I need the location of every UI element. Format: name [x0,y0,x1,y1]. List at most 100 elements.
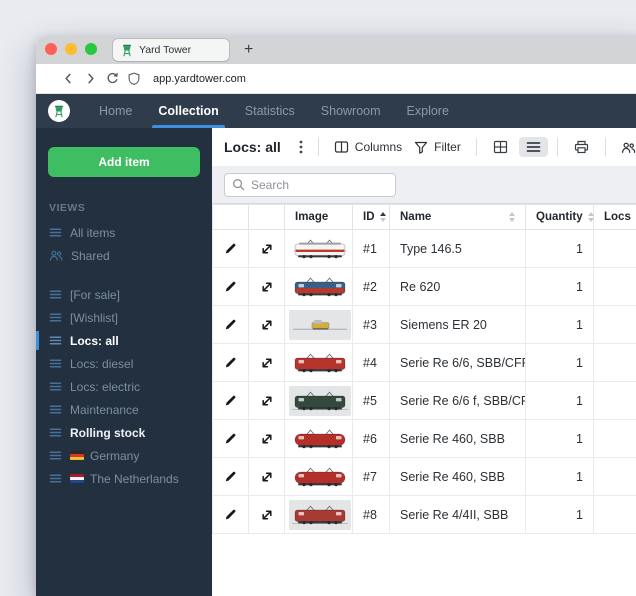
edit-button[interactable] [221,467,240,486]
sidebar-item-locs-diesel[interactable]: Locs: diesel [36,352,212,375]
cell-locs: 1 [594,420,636,458]
item-image [289,500,351,530]
search-input[interactable] [251,178,388,192]
sidebar-views-list: All itemsShared [For sale] [Wishlist] Locs:… [36,221,212,490]
sidebar-item-rolling-stock[interactable]: Rolling stock [36,421,212,444]
browser-tab[interactable]: Yard Tower [113,39,229,61]
cell-locs: 1 [594,496,636,534]
nav-item-showroom[interactable]: Showroom [308,94,394,128]
expand-icon [260,356,274,370]
cell-id: #1 [353,230,390,268]
nav-item-home[interactable]: Home [86,94,145,128]
column-header-quantity[interactable]: Quantity [526,205,594,230]
search-band [212,166,636,203]
cell-id: #6 [353,420,390,458]
table-row: #2Re 62011 [213,268,636,306]
edit-button[interactable] [221,391,240,410]
zoom-button[interactable] [85,43,97,55]
forward-icon [84,72,97,85]
flag-nl-icon [70,474,84,483]
sidebar-item-all-items[interactable]: All items [36,221,212,244]
column-header-locs[interactable]: Locs [594,205,636,230]
table-row: #6Serie Re 460, SBB11 [213,420,636,458]
columns-button[interactable]: Columns [328,136,408,158]
sidebar-item-for-sale[interactable]: [For sale] [36,283,212,306]
grid-icon [493,140,508,154]
printer-icon [574,140,589,154]
column-header-name[interactable]: Name [390,205,526,230]
table-row: #3Siemens ER 2011 [213,306,636,344]
edit-button[interactable] [221,505,240,524]
nav-item-statistics[interactable]: Statistics [232,94,308,128]
nav-item-explore[interactable]: Explore [394,94,462,128]
pencil-icon [224,432,237,445]
item-image [289,310,351,340]
sidebar-item-wishlist[interactable]: [Wishlist] [36,306,212,329]
forward-button[interactable] [84,72,97,85]
expand-button[interactable] [257,239,277,259]
cell-name: Type 146.5 [390,230,526,268]
new-tab-button[interactable]: + [244,42,253,58]
expand-button[interactable] [257,315,277,335]
expand-icon [260,470,274,484]
reload-button[interactable] [106,72,119,85]
sidebar-item-locs-electric[interactable]: Locs: electric [36,375,212,398]
sidebar-item-germany[interactable]: Germany [36,444,212,467]
sidebar-item-label: [Wishlist] [70,311,118,325]
cell-name: Serie Re 4/4II, SBB [390,496,526,534]
url-text[interactable]: app.yardtower.com [153,73,246,85]
table-row: #7Serie Re 460, SBB11 [213,458,636,496]
filter-button[interactable]: Filter [408,136,467,158]
table-row: #1Type 146.511 [213,230,636,268]
expand-button[interactable] [257,391,277,411]
minimize-button[interactable] [65,43,77,55]
expand-icon [260,318,274,332]
edit-button[interactable] [221,239,240,258]
add-item-button[interactable]: Add item [48,147,200,177]
sidebar-item-shared[interactable]: Shared [36,244,212,267]
app-logo[interactable] [48,100,70,122]
list-icon [49,226,62,239]
cell-id: #5 [353,382,390,420]
cell-name: Serie Re 6/6 f, SBB/CFF/FFS [390,382,526,420]
column-header-id[interactable]: ID [353,205,390,230]
expand-button[interactable] [257,505,277,525]
expand-button[interactable] [257,277,277,297]
sidebar-item-locs-all[interactable]: Locs: all [36,329,212,352]
cell-quantity: 1 [526,268,594,306]
table-header-row: ImageIDNameQuantityLocs [213,205,636,230]
close-button[interactable] [45,43,57,55]
sidebar-item-label: [For sale] [70,288,120,302]
sidebar-item-maintenance[interactable]: Maintenance [36,398,212,421]
cell-id: #2 [353,268,390,306]
edit-button[interactable] [221,353,240,372]
list-icon [49,380,62,393]
sidebar-item-the-netherlands[interactable]: The Netherlands [36,467,212,490]
share-button[interactable]: Share [615,136,636,158]
view-menu-button[interactable] [293,136,309,158]
cell-locs: 1 [594,344,636,382]
back-button[interactable] [62,72,75,85]
edit-button[interactable] [221,277,240,296]
columns-icon [334,140,349,154]
expand-button[interactable] [257,353,277,373]
expand-icon [260,394,274,408]
edit-button[interactable] [221,315,240,334]
edit-button[interactable] [221,429,240,448]
cell-id: #4 [353,344,390,382]
sort-arrows-icon [380,212,386,222]
print-button[interactable] [567,136,596,158]
list-view-button[interactable] [519,137,548,157]
sort-arrows-icon [588,212,594,222]
grid-view-button[interactable] [486,136,515,158]
expand-button[interactable] [257,429,277,449]
cell-quantity: 1 [526,496,594,534]
list-icon [49,311,62,324]
browser-tab-bar: Yard Tower + [36,36,636,64]
cell-locs: 1 [594,306,636,344]
item-image [289,348,351,378]
cell-id: #3 [353,306,390,344]
expand-button[interactable] [257,467,277,487]
nav-item-collection[interactable]: Collection [145,94,231,128]
cell-locs: 1 [594,230,636,268]
